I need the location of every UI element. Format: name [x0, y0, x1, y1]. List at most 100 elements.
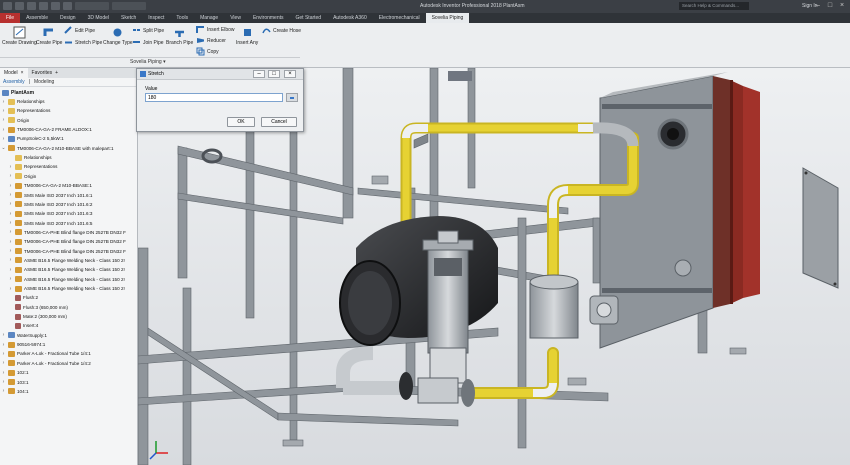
copy-button[interactable]: Copy: [196, 47, 219, 56]
expand-icon[interactable]: ›: [1, 342, 6, 348]
tree-node[interactable]: ⌄ TM0006-CA-GA-2 M10-BBASE with malepart:…: [1, 144, 114, 153]
add-icon[interactable]: +: [55, 70, 58, 78]
tree-node[interactable]: › 102:1: [1, 368, 29, 377]
expand-icon[interactable]: ›: [8, 286, 13, 292]
edit-pipe-button[interactable]: Edit Pipe: [64, 26, 95, 35]
stretch-pipe-button[interactable]: Stretch Pipe: [64, 38, 102, 47]
tab-3d-model[interactable]: 3D Model: [82, 13, 115, 23]
tab-electromechanical[interactable]: Electromechanical: [373, 13, 426, 23]
measure-pick-button[interactable]: [286, 93, 298, 102]
tree-node[interactable]: › PumpSoleC-2 5,5kW:1: [1, 134, 64, 143]
tree-node[interactable]: › ASME B16.5 Flange Welding Neck - Class …: [8, 265, 125, 274]
expand-icon[interactable]: ›: [1, 360, 6, 366]
tree-node[interactable]: › Representations: [1, 106, 50, 115]
side-panel[interactable]: [802, 167, 839, 289]
create-hose-button[interactable]: Create Hose: [262, 26, 301, 35]
close-icon[interactable]: ×: [21, 70, 24, 78]
tree-node[interactable]: › 90516-5974:1: [1, 340, 45, 349]
value-input[interactable]: [145, 93, 283, 102]
tree-node[interactable]: Flush:3 (650,000 mm): [8, 303, 68, 312]
tree-node[interactable]: › WaterSupply:1: [1, 331, 47, 340]
help-search-input[interactable]: Search Help & Commands...: [679, 2, 749, 10]
reducer-button[interactable]: Reducer: [196, 36, 226, 45]
tree-node[interactable]: › Relationships: [1, 97, 45, 106]
tree-node[interactable]: › TM0006-CA-PHE Blind flange DIN 2527B DN…: [8, 228, 126, 237]
expand-icon[interactable]: ›: [8, 192, 13, 198]
tab-sketch[interactable]: Sketch: [115, 13, 142, 23]
expand-icon[interactable]: ›: [8, 173, 13, 179]
tree-node[interactable]: › SMS Male ISO 2037 Inch 101.6:3: [8, 209, 92, 218]
undo-icon[interactable]: [51, 2, 60, 10]
expand-icon[interactable]: ›: [1, 388, 6, 394]
branch-pipe-button[interactable]: Branch Pipe: [166, 26, 193, 46]
tree-node[interactable]: › Representations: [8, 162, 57, 171]
expand-icon[interactable]: ›: [8, 220, 13, 226]
expand-icon[interactable]: ›: [8, 164, 13, 170]
tree-node[interactable]: › TM0006-CA-PHE Blind flange DIN 2527B DN…: [8, 247, 126, 256]
tab-view[interactable]: View: [224, 13, 247, 23]
tab-model[interactable]: Model ×: [0, 68, 28, 78]
minimize-icon[interactable]: –: [814, 2, 822, 10]
expand-icon[interactable]: ›: [1, 117, 6, 123]
tab-get-started[interactable]: Get Started: [290, 13, 328, 23]
create-drawing-button[interactable]: Create Drawing: [2, 26, 37, 46]
expand-icon[interactable]: ›: [1, 127, 6, 133]
ribbon-group-label[interactable]: Sovelia Piping ▾: [130, 59, 166, 65]
change-type-button[interactable]: Change Type: [103, 26, 133, 46]
create-pipe-button[interactable]: Create Pipe: [36, 26, 62, 46]
minimize-icon[interactable]: –: [253, 70, 265, 78]
expand-icon[interactable]: ›: [8, 248, 13, 254]
ok-button[interactable]: OK: [227, 117, 255, 127]
expand-icon[interactable]: ›: [8, 267, 13, 273]
tree-node[interactable]: › Parker A-Lok - Fractional Tube 1/4:1: [1, 349, 91, 358]
insert-any-button[interactable]: Insert Any: [236, 26, 258, 46]
expand-icon[interactable]: ›: [1, 370, 6, 376]
insert-elbow-button[interactable]: Insert Elbow: [196, 25, 235, 34]
app-menu-icon[interactable]: [3, 2, 12, 10]
tree-node[interactable]: › Origin: [8, 172, 36, 181]
assembly-view-link[interactable]: Assembly: [3, 79, 25, 85]
tab-inspect[interactable]: Inspect: [142, 13, 170, 23]
material-dropdown[interactable]: [75, 2, 109, 10]
new-icon[interactable]: [15, 2, 24, 10]
modeling-view-link[interactable]: Modeling: [34, 79, 54, 85]
split-pipe-button[interactable]: Split Pipe: [132, 26, 164, 35]
expand-icon[interactable]: ›: [1, 379, 6, 385]
close-icon[interactable]: ×: [284, 70, 296, 78]
tree-node[interactable]: › TM0006-CA-GA-2 FRAME ALDOX:1: [1, 125, 92, 134]
join-pipe-button[interactable]: Join Pipe: [132, 38, 164, 47]
expand-icon[interactable]: ›: [8, 183, 13, 189]
open-icon[interactable]: [27, 2, 36, 10]
tree-node[interactable]: › TM0006-CA-GA-2 M10-BBASE:1: [8, 181, 92, 190]
tree-node[interactable]: Insert:4: [8, 321, 38, 330]
save-icon[interactable]: [39, 2, 48, 10]
expand-icon[interactable]: ›: [8, 276, 13, 282]
expand-icon[interactable]: ›: [1, 351, 6, 357]
expand-icon[interactable]: ›: [8, 201, 13, 207]
tree-root[interactable]: PlantAsm: [2, 88, 34, 97]
expand-icon[interactable]: ›: [8, 257, 13, 263]
tree-node[interactable]: › Parker A-Lok - Fractional Tube 1/4:2: [1, 359, 91, 368]
dialog-header[interactable]: Stretch – □ ×: [137, 69, 303, 80]
expand-icon[interactable]: ›: [1, 108, 6, 114]
tab-sovelia-piping[interactable]: Sovelia Piping: [425, 13, 470, 23]
pump-valve[interactable]: [422, 230, 474, 384]
tab-favorites[interactable]: Favorites +: [28, 68, 62, 78]
expand-icon[interactable]: ›: [8, 239, 13, 245]
maximize-icon[interactable]: □: [826, 2, 834, 10]
tree-node[interactable]: › ASME B16.5 Flange Welding Neck - Class …: [8, 256, 125, 265]
tree-node[interactable]: Relationships: [8, 153, 52, 162]
tree-node[interactable]: › 103:1: [1, 378, 29, 387]
tab-assemble[interactable]: Assemble: [20, 13, 54, 23]
tree-node[interactable]: › SMS Male ISO 2037 Inch 101.6:2: [8, 200, 92, 209]
tab-environments[interactable]: Environments: [247, 13, 290, 23]
tree-node[interactable]: › Origin: [1, 116, 29, 125]
redo-icon[interactable]: [63, 2, 72, 10]
tab-file[interactable]: File: [0, 13, 21, 23]
appearance-dropdown[interactable]: [112, 2, 146, 10]
expand-icon[interactable]: ›: [8, 211, 13, 217]
tab-manage[interactable]: Manage: [194, 13, 224, 23]
tree-node[interactable]: Flush:2: [8, 293, 38, 302]
expand-icon[interactable]: ›: [1, 332, 6, 338]
tree-node[interactable]: › 104:1: [1, 387, 29, 396]
